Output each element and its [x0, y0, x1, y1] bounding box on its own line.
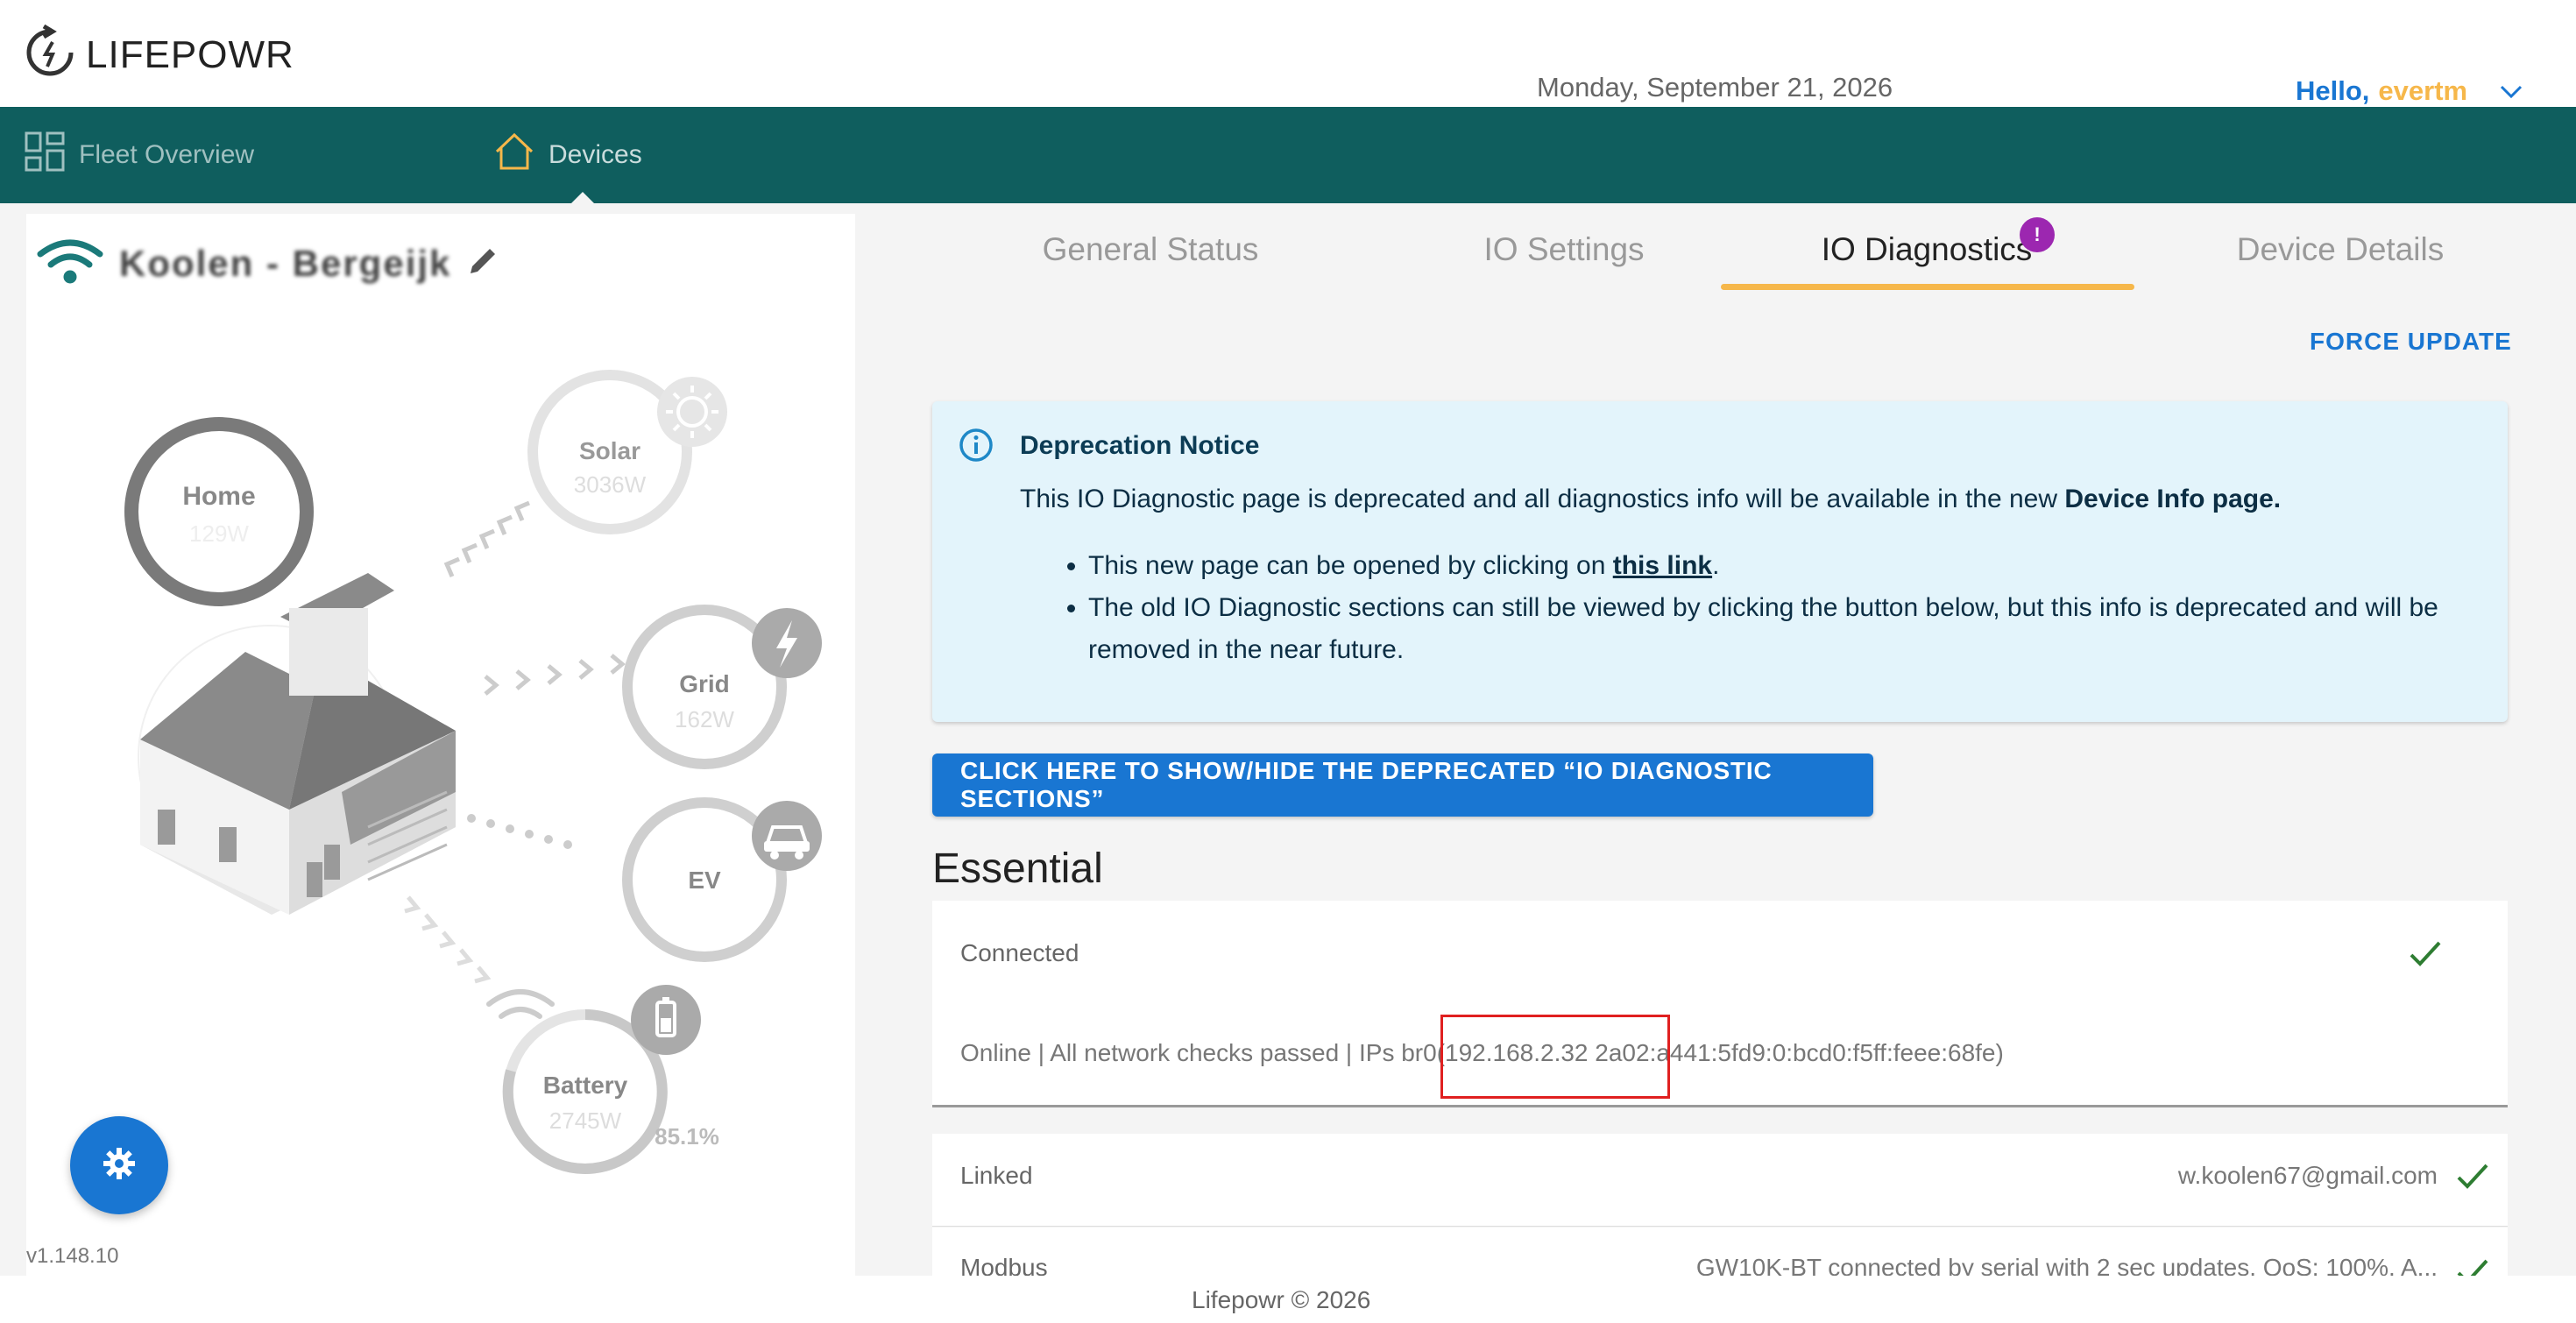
notice-bullet-suffix: .: [1712, 551, 1720, 580]
diagnostic-row-connected: Connected Online | All network checks pa…: [932, 901, 2508, 1107]
home-node: Home 129W: [124, 417, 314, 606]
device-panel: Koolen - Bergeijk Home 129W Solar 3036W …: [26, 214, 855, 1276]
check-icon: [2408, 939, 2443, 973]
notice-body: This IO Diagnostic page is deprecated an…: [1020, 478, 2281, 520]
tab-io-settings[interactable]: IO Settings: [1358, 231, 1770, 268]
row-label: Linked: [960, 1162, 1033, 1189]
diagnostic-row-linked: Linked w.koolen67@gmail.com: [932, 1134, 2508, 1227]
notice-bullet-text: This new page can be opened by clicking …: [1088, 551, 1613, 580]
ev-node: EV: [622, 797, 822, 962]
notice-bullet: This new page can be opened by clicking …: [1088, 545, 2476, 587]
solar-node-value: 3036W: [574, 471, 647, 498]
ev-node-label: EV: [688, 867, 721, 894]
brand-logo[interactable]: LIFEPOWR: [25, 24, 294, 85]
row-detail: w.koolen67@gmail.com: [2177, 1162, 2438, 1189]
device-header: Koolen - Bergeijk: [35, 237, 500, 290]
app-footer: Lifepowr © 2026: [0, 1276, 2576, 1323]
chevron-down-icon[interactable]: [2499, 75, 2523, 107]
tab-active-indicator: [1721, 284, 2134, 290]
gear-icon: [102, 1146, 137, 1185]
show-hide-sections-button[interactable]: CLICK HERE TO SHOW/HIDE THE DEPRECATED “…: [932, 753, 1873, 817]
nav-fleet-overview[interactable]: Fleet Overview: [25, 107, 254, 203]
tab-general-status[interactable]: General Status: [945, 231, 1356, 268]
battery-wifi-icon: [486, 989, 555, 1019]
grid-node: Grid 162W: [622, 605, 822, 769]
check-icon: [2455, 1162, 2490, 1196]
row-detail: GW10K-BT connected by serial with 2 sec …: [1695, 1254, 2438, 1276]
notice-title: Deprecation Notice: [1020, 431, 1260, 460]
tab-device-details[interactable]: Device Details: [2134, 231, 2546, 268]
row-label: Connected: [960, 939, 1079, 966]
home-node-value: 129W: [189, 520, 249, 547]
deprecation-notice: Deprecation Notice This IO Diagnostic pa…: [932, 401, 2508, 722]
diagnostic-row-modbus: Modbus GW10K-BT connected by serial with…: [932, 1227, 2508, 1276]
force-update-button[interactable]: FORCE UPDATE: [2310, 328, 2512, 356]
app-version: v1.148.10: [26, 1244, 119, 1268]
battery-soc: 85.1%: [655, 1123, 719, 1150]
nav-active-caret: [570, 192, 595, 204]
home-icon: [494, 132, 534, 178]
edit-pencil-icon[interactable]: [465, 244, 500, 283]
house-illustration: [140, 573, 456, 915]
brand-name: LIFEPOWR: [86, 32, 294, 76]
car-icon: [752, 801, 822, 871]
row-label: Modbus: [960, 1254, 1048, 1276]
essential-section-title: Essential: [932, 845, 1103, 892]
greeting-username: evertm: [2378, 75, 2468, 106]
home-node-label: Home: [182, 482, 255, 511]
sun-icon: [657, 377, 727, 447]
ip-highlight-annotation: [1440, 1015, 1670, 1099]
lightning-icon: [752, 608, 822, 678]
footer-copyright: Lifepowr © 2026: [1192, 1286, 1371, 1313]
device-tabs: General Status IO Settings IO Diagnostic…: [929, 214, 2506, 293]
grid-flow-arrows: [484, 654, 626, 696]
grid-node-label: Grid: [679, 670, 730, 697]
user-menu[interactable]: Hello, evertm: [2296, 75, 2523, 107]
battery-node: Battery 2745W 85.1%: [486, 985, 719, 1174]
main-nav: Fleet Overview Devices: [0, 107, 2576, 204]
nav-devices-label: Devices: [548, 140, 642, 169]
lifepowr-logo-icon: [25, 24, 75, 85]
solar-flow-arrows: [443, 500, 530, 577]
battery-node-value: 2745W: [549, 1107, 622, 1134]
battery-flow-arrows: [404, 895, 492, 984]
ev-flow-dots: [467, 814, 572, 849]
tab-alert-badge: !: [2020, 217, 2055, 252]
energy-flow-diagram: Home 129W Solar 3036W Grid 162W EV Batte…: [124, 370, 822, 1174]
battery-node-label: Battery: [543, 1072, 628, 1099]
nav-fleet-label: Fleet Overview: [79, 140, 255, 169]
notice-body-text: This IO Diagnostic page is deprecated an…: [1020, 485, 2065, 513]
solar-node-label: Solar: [579, 437, 640, 464]
nav-devices[interactable]: Devices: [494, 107, 642, 203]
device-name: Koolen - Bergeijk: [119, 242, 452, 284]
grid-node-value: 162W: [675, 706, 734, 732]
greeting-hello: Hello,: [2296, 75, 2370, 106]
notice-list: This new page can be opened by clicking …: [1057, 545, 2476, 671]
app-header: LIFEPOWR Monday, September 21, 2026 Hell…: [0, 0, 2576, 107]
info-icon: [959, 428, 994, 467]
tab-io-diagnostics[interactable]: IO Diagnostics: [1721, 231, 2133, 268]
solar-node: Solar 3036W: [527, 370, 727, 534]
settings-button[interactable]: [70, 1116, 168, 1214]
check-icon: [2455, 1257, 2490, 1276]
notice-body-bold: Device Info page.: [2064, 485, 2282, 513]
current-date: Monday, September 21, 2026: [1537, 72, 1893, 103]
wifi-icon: [35, 237, 105, 290]
grid-icon: [25, 131, 65, 179]
battery-icon: [631, 985, 701, 1055]
notice-bullet: The old IO Diagnostic sections can still…: [1088, 587, 2476, 671]
device-info-link[interactable]: this link: [1613, 551, 1712, 580]
